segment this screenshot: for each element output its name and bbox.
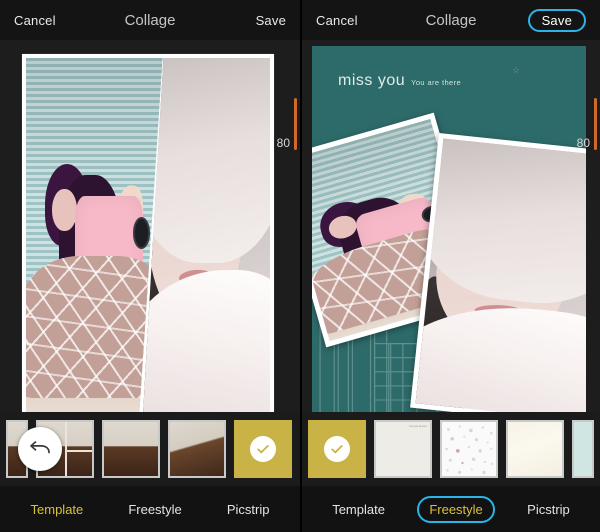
template-thumb-selected[interactable] bbox=[234, 420, 292, 478]
tab-picstrip[interactable]: Picstrip bbox=[215, 496, 282, 523]
photo-closeup-face-hijab bbox=[143, 58, 270, 412]
left-canvas-stage[interactable]: WLOVE YOU bbox=[0, 40, 300, 412]
photo-girl-with-pink-pillow: WLOVE YOU bbox=[26, 58, 163, 412]
check-icon bbox=[324, 436, 350, 462]
slider-value-label: 80 bbox=[576, 136, 590, 150]
dual-screenshot-container: Cancel Collage Save 80 Template Freestyl… bbox=[0, 0, 600, 532]
collage-preview[interactable]: ☆ ☆ ☆ ☆ ☆ bbox=[312, 46, 586, 412]
overlay-headline: miss you bbox=[338, 72, 406, 89]
list-item[interactable] bbox=[102, 420, 160, 478]
tab-freestyle[interactable]: Freestyle bbox=[116, 496, 193, 523]
opacity-slider[interactable] bbox=[294, 98, 297, 150]
background-thumb-selected[interactable] bbox=[308, 420, 366, 478]
overlay-subtext: You are there bbox=[411, 78, 462, 87]
tab-picstrip[interactable]: Picstrip bbox=[515, 496, 582, 523]
save-button[interactable]: Save bbox=[256, 13, 286, 28]
save-button[interactable]: Save bbox=[527, 8, 586, 32]
left-bottom-tabs[interactable]: Template Freestyle Picstrip bbox=[0, 486, 300, 532]
tab-freestyle[interactable]: Freestyle bbox=[417, 495, 495, 523]
star-outline-icon: ☆ bbox=[512, 65, 521, 75]
background-thumb-cream[interactable] bbox=[506, 420, 564, 478]
right-thumbnail-strip[interactable]: one you forever bbox=[302, 412, 600, 486]
check-icon bbox=[250, 436, 276, 462]
cancel-button[interactable]: Cancel bbox=[14, 13, 56, 28]
list-item[interactable] bbox=[168, 420, 226, 478]
left-thumbnail-strip[interactable] bbox=[0, 412, 300, 486]
tab-template[interactable]: Template bbox=[19, 496, 96, 523]
undo-arrow-icon bbox=[27, 437, 53, 462]
background-thumb-dots[interactable] bbox=[440, 420, 498, 478]
background-thumb-mint[interactable] bbox=[572, 420, 594, 478]
collage-photo-slot-2[interactable] bbox=[410, 133, 586, 412]
undo-button[interactable] bbox=[18, 427, 62, 471]
background-thumb-paper[interactable]: one you forever bbox=[374, 420, 432, 478]
cancel-button[interactable]: Cancel bbox=[316, 13, 358, 28]
right-canvas-stage[interactable]: ☆ ☆ ☆ ☆ ☆ bbox=[302, 40, 600, 412]
left-topbar: Cancel Collage Save bbox=[0, 0, 300, 40]
overlay-text: miss you You are there bbox=[338, 72, 461, 90]
collage-photo-slot-1[interactable]: WLOVE YOU bbox=[26, 58, 163, 412]
right-bottom-tabs[interactable]: Template Freestyle Picstrip bbox=[302, 486, 600, 532]
opacity-slider[interactable] bbox=[594, 98, 597, 150]
slider-value-label: 80 bbox=[276, 136, 290, 150]
photo-closeup-face-hijab bbox=[415, 138, 586, 412]
collage-preview[interactable]: WLOVE YOU bbox=[22, 54, 274, 412]
tab-template[interactable]: Template bbox=[320, 496, 397, 523]
thumb-tiny-text: one you forever bbox=[408, 425, 427, 428]
collage-photo-slot-2[interactable] bbox=[143, 58, 270, 412]
right-screen: Cancel Collage Save ☆ ☆ ☆ ☆ ☆ bbox=[300, 0, 600, 532]
right-topbar: Cancel Collage Save bbox=[302, 0, 600, 40]
left-screen: Cancel Collage Save 80 Template Freestyl… bbox=[0, 0, 300, 532]
